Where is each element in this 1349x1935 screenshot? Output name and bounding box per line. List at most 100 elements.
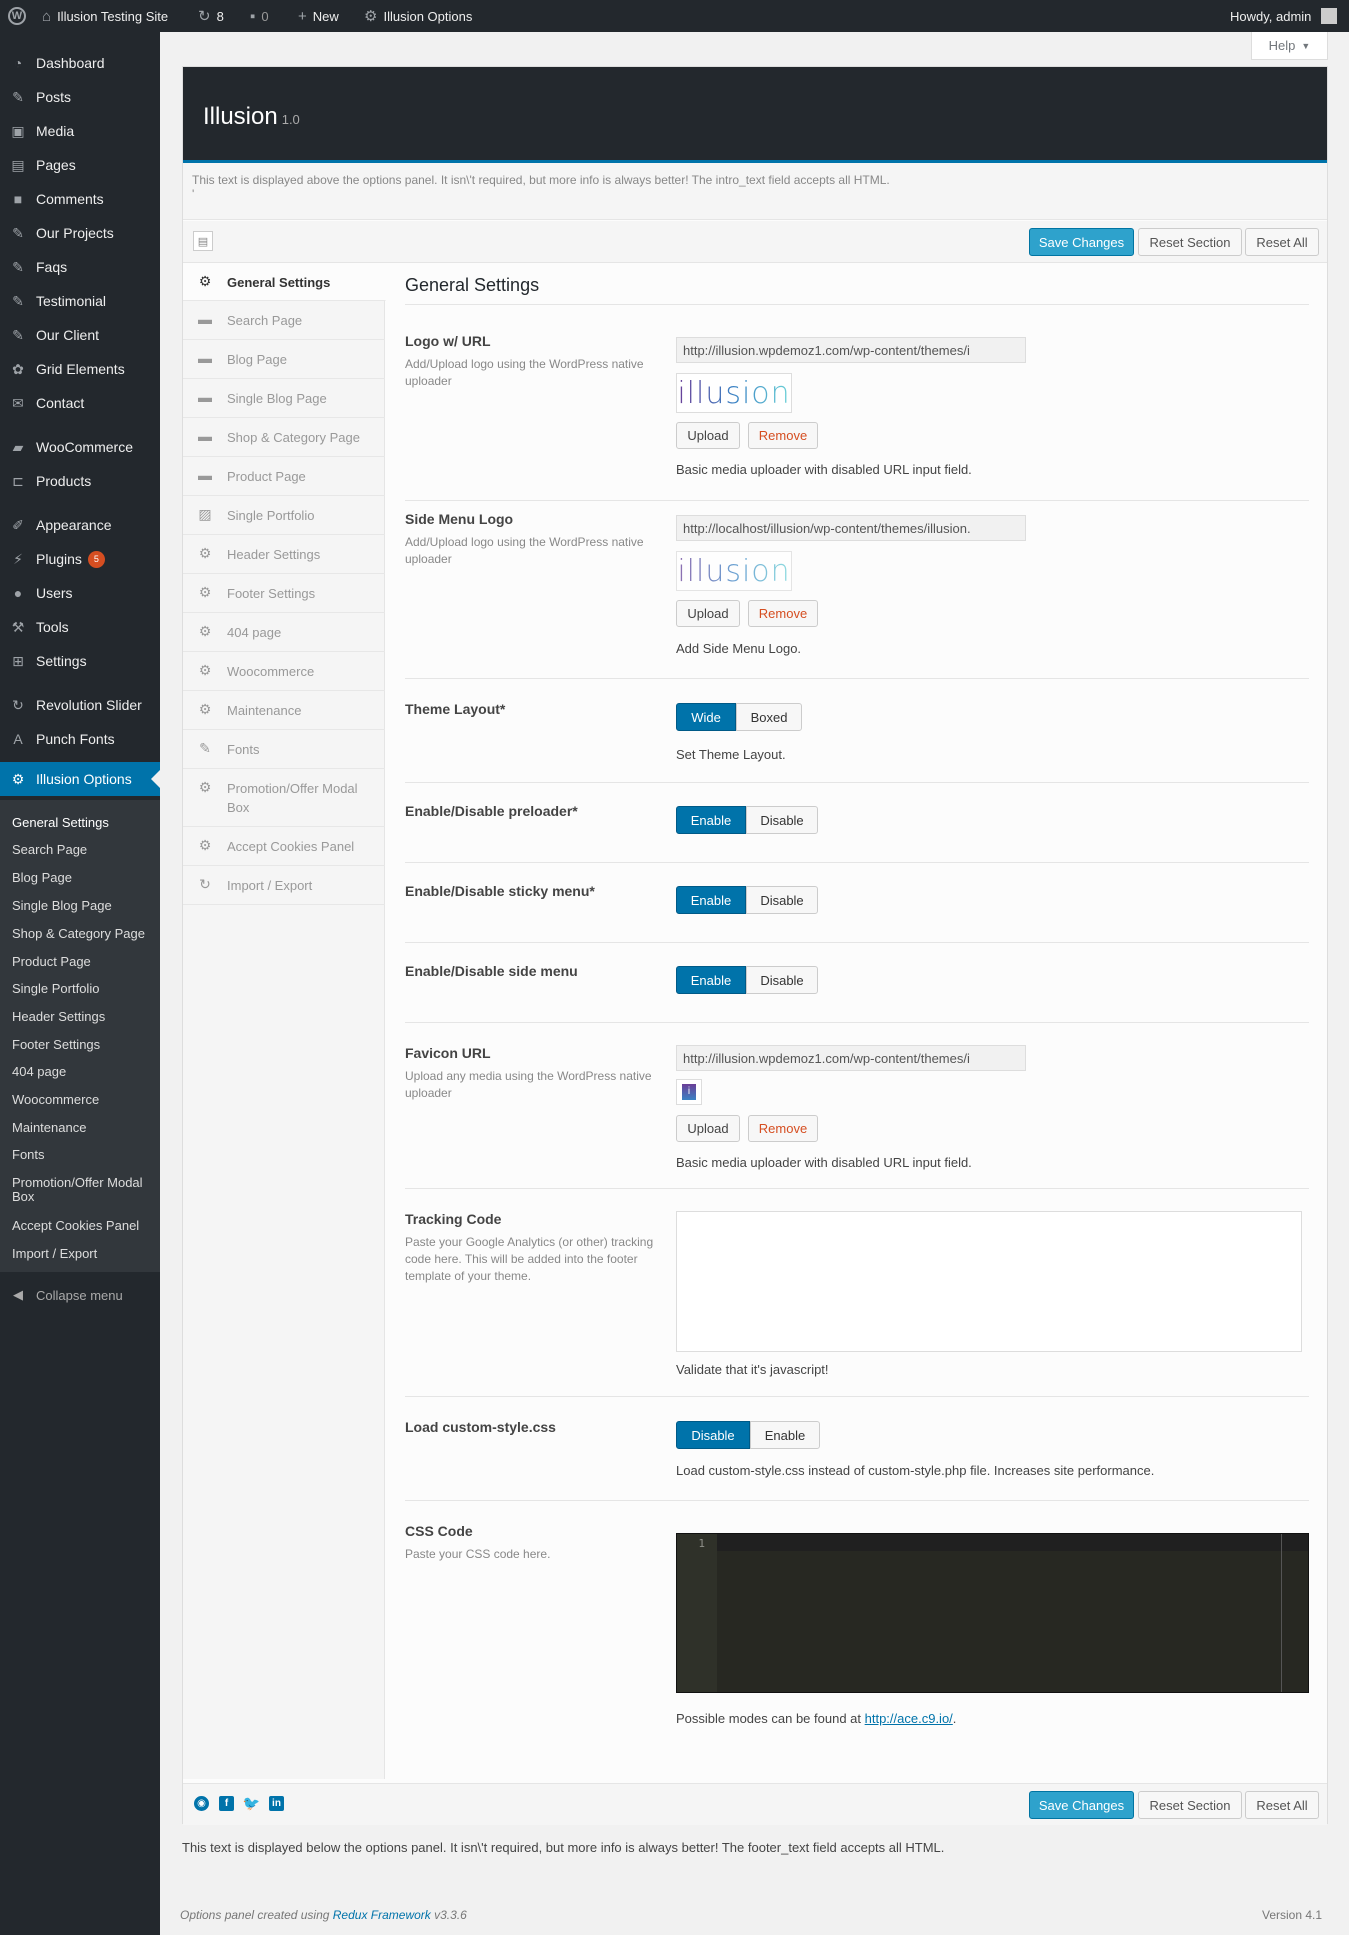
submenu-item[interactable]: Accept Cookies Panel xyxy=(12,1219,152,1233)
nav-item[interactable]: ⚙ Header Settings xyxy=(183,535,385,574)
wordpress-logo-icon[interactable]: W xyxy=(8,0,26,32)
submenu-item[interactable]: Maintenance xyxy=(12,1121,152,1135)
linkedin-icon[interactable]: in xyxy=(269,1796,284,1811)
sticky-option-disable[interactable]: Disable xyxy=(746,886,818,914)
help-button[interactable]: Help ▼ xyxy=(1251,32,1328,60)
nav-item[interactable]: ↻ Import / Export xyxy=(183,866,385,905)
reset-all-button[interactable]: Reset All xyxy=(1245,228,1319,256)
menu-item[interactable]: A Punch Fonts xyxy=(0,722,160,756)
sidemenu-option-enable[interactable]: Enable xyxy=(676,966,746,994)
redux-framework-link[interactable]: Redux Framework xyxy=(333,1908,431,1922)
logo-upload-button[interactable]: Upload xyxy=(676,422,740,449)
theme-layout-row: Theme Layout* Wide Boxed Set Theme Layout… xyxy=(405,679,1309,783)
favicon-remove-button[interactable]: Remove xyxy=(748,1115,818,1142)
menu-item[interactable]: ⊞ Settings xyxy=(0,644,160,678)
menu-item[interactable]: ▰ WooCommerce xyxy=(0,430,160,464)
new-content-link[interactable]: + New xyxy=(298,0,339,32)
save-changes-button-bottom[interactable]: Save Changes xyxy=(1029,1791,1134,1819)
tracking-code-textarea[interactable] xyxy=(676,1211,1302,1352)
menu-item[interactable]: ✉ Contact xyxy=(0,386,160,420)
ace-docs-link[interactable]: http://ace.c9.io/ xyxy=(865,1711,953,1726)
customcss-option-enable[interactable]: Enable xyxy=(750,1421,820,1449)
menu-item[interactable]: ✎ Faqs xyxy=(0,250,160,284)
save-changes-button[interactable]: Save Changes xyxy=(1029,228,1134,256)
menu-item[interactable]: ✎ Our Projects xyxy=(0,216,160,250)
preloader-option-disable[interactable]: Disable xyxy=(746,806,818,834)
site-name-link[interactable]: ⌂ Illusion Testing Site xyxy=(42,0,168,32)
submenu-item[interactable]: General Settings xyxy=(12,816,152,830)
menu-item[interactable]: ✎ Our Client xyxy=(0,318,160,352)
nav-item[interactable]: ✎ Fonts xyxy=(183,730,385,769)
menu-item[interactable]: ✿ Grid Elements xyxy=(0,352,160,386)
nav-item[interactable]: ⚙ Footer Settings xyxy=(183,574,385,613)
redux-icon[interactable]: ◉ xyxy=(194,1796,209,1811)
submenu-item[interactable]: Header Settings xyxy=(12,1010,152,1024)
menu-item[interactable]: ⚡ Plugins 5 xyxy=(0,542,160,576)
css-code-editor[interactable]: 1 xyxy=(676,1533,1309,1693)
logo-remove-button[interactable]: Remove xyxy=(748,422,818,449)
submenu-item[interactable]: Search Page xyxy=(12,843,152,857)
nav-item[interactable]: ▬ Product Page xyxy=(183,457,385,496)
menu-item[interactable]: ⚙ Illusion Options xyxy=(0,762,160,796)
side-logo-upload-button[interactable]: Upload xyxy=(676,600,740,627)
preloader-option-enable[interactable]: Enable xyxy=(676,806,746,834)
menu-item[interactable]: ▤ Pages xyxy=(0,148,160,182)
nav-item[interactable]: ⚙ Woocommerce xyxy=(183,652,385,691)
nav-item[interactable]: ⚙ General Settings xyxy=(183,263,386,301)
favicon-url-input[interactable]: http://illusion.wpdemoz1.com/wp-content/… xyxy=(676,1045,1026,1071)
submenu-item[interactable]: Footer Settings xyxy=(12,1038,152,1052)
illusion-options-link[interactable]: ⚙ Illusion Options xyxy=(364,0,472,32)
sidemenu-option-disable[interactable]: Disable xyxy=(746,966,818,994)
menu-item[interactable]: ✐ Appearance xyxy=(0,508,160,542)
reset-section-button[interactable]: Reset Section xyxy=(1138,228,1242,256)
layout-option-boxed[interactable]: Boxed xyxy=(736,703,802,731)
expand-options-icon[interactable]: ▤ xyxy=(193,231,213,251)
footer-text: This text is displayed below the options… xyxy=(182,1840,945,1855)
nav-item[interactable]: ▬ Blog Page xyxy=(183,340,385,379)
menu-item[interactable]: ■ Comments xyxy=(0,182,160,216)
twitter-icon[interactable]: 🐦 xyxy=(243,1795,260,1811)
side-logo-remove-button[interactable]: Remove xyxy=(748,600,818,627)
my-account[interactable]: Howdy, admin xyxy=(1230,0,1338,32)
menu-item[interactable]: ● Users xyxy=(0,576,160,610)
menu-item[interactable]: ✎ Posts xyxy=(0,80,160,114)
nav-item[interactable]: ⚙ Promotion/Offer Modal Box xyxy=(183,769,385,827)
comments-link[interactable]: ▪ 0 xyxy=(250,0,269,32)
menu-item[interactable]: ◔ Dashboard xyxy=(0,46,160,80)
submenu-item[interactable]: Import / Export xyxy=(12,1247,152,1261)
submenu-item[interactable]: 404 page xyxy=(12,1065,152,1079)
panel-version: 1.0 xyxy=(281,112,300,127)
submenu-item[interactable]: Woocommerce xyxy=(12,1093,152,1107)
favicon-upload-button[interactable]: Upload xyxy=(676,1115,740,1142)
submenu-item[interactable]: Shop & Category Page xyxy=(12,927,152,941)
menu-item[interactable]: ▣ Media xyxy=(0,114,160,148)
reset-all-button-bottom[interactable]: Reset All xyxy=(1245,1791,1319,1819)
submenu-item[interactable]: Product Page xyxy=(12,955,152,969)
intro-text: This text is displayed above the options… xyxy=(183,163,1327,220)
nav-item[interactable]: ▬ Shop & Category Page xyxy=(183,418,385,457)
submenu-item[interactable]: Promotion/Offer Modal Box xyxy=(12,1176,152,1204)
nav-item[interactable]: ⚙ 404 page xyxy=(183,613,385,652)
updates-link[interactable]: ↻ 8 xyxy=(198,0,224,32)
menu-item[interactable]: ⊏ Products xyxy=(0,464,160,498)
collapse-menu-button[interactable]: ◀ Collapse menu xyxy=(0,1278,160,1312)
facebook-icon[interactable]: f xyxy=(219,1796,234,1811)
submenu-item[interactable]: Fonts xyxy=(12,1148,152,1162)
menu-item[interactable]: ↻ Revolution Slider xyxy=(0,688,160,722)
menu-item[interactable]: ✎ Testimonial xyxy=(0,284,160,318)
submenu-item[interactable]: Blog Page xyxy=(12,871,152,885)
reset-section-button-bottom[interactable]: Reset Section xyxy=(1138,1791,1242,1819)
layout-option-wide[interactable]: Wide xyxy=(676,703,736,731)
side-logo-url-input[interactable]: http://localhost/illusion/wp-content/the… xyxy=(676,515,1026,541)
customcss-option-disable[interactable]: Disable xyxy=(676,1421,750,1449)
sticky-option-enable[interactable]: Enable xyxy=(676,886,746,914)
nav-item[interactable]: ▬ Search Page xyxy=(183,301,385,340)
submenu-item[interactable]: Single Blog Page xyxy=(12,899,152,913)
menu-item[interactable]: ⚒ Tools xyxy=(0,610,160,644)
logo-url-input[interactable]: http://illusion.wpdemoz1.com/wp-content/… xyxy=(676,337,1026,363)
nav-item[interactable]: ▬ Single Blog Page xyxy=(183,379,385,418)
nav-item[interactable]: ⚙ Accept Cookies Panel xyxy=(183,827,385,866)
nav-item[interactable]: ⚙ Maintenance xyxy=(183,691,385,730)
submenu-item[interactable]: Single Portfolio xyxy=(12,982,152,996)
nav-item[interactable]: ▨ Single Portfolio xyxy=(183,496,385,535)
